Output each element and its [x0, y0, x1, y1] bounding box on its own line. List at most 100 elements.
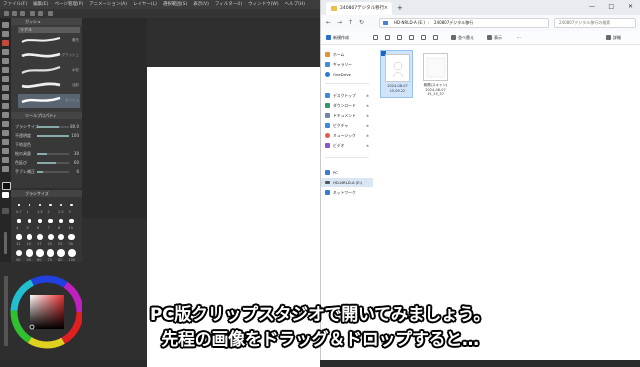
opacity-slider[interactable]	[4, 232, 7, 254]
brush-size-dot[interactable]	[57, 233, 65, 241]
brush-size-dot[interactable]	[58, 218, 64, 224]
nav-drive[interactable]: HD-NRLD-A (E:)	[321, 178, 373, 187]
transparent-color-icon[interactable]	[2, 208, 9, 214]
back-arrow-icon[interactable]: ←	[326, 18, 331, 28]
nav-documents[interactable]: ドキュメント ✱	[325, 111, 371, 120]
nav-home[interactable]: ホーム	[325, 50, 371, 59]
prop-stabilization[interactable]: 手ブレ補正 6	[15, 169, 79, 175]
brush-size-dot[interactable]	[69, 218, 74, 224]
menu-layer[interactable]: レイヤー(L)	[133, 0, 157, 9]
explorer-tab[interactable]: 240807デジタル移行 ×	[326, 2, 392, 15]
prop-mix[interactable]: 下地混色	[15, 142, 79, 148]
prop-slider[interactable]	[37, 153, 69, 155]
menu-view[interactable]: 表示(V)	[193, 0, 209, 9]
brush-size-dot[interactable]	[26, 234, 33, 240]
details-button[interactable]: 詳細	[606, 31, 621, 44]
prop-paint-amount[interactable]: 絵の具量 30	[15, 151, 79, 157]
menu-window[interactable]: ウィンドウ(W)	[248, 0, 278, 9]
prop-brush-size[interactable]: ブラシサイズ 80.0	[15, 124, 79, 130]
maximize-icon[interactable]: □	[608, 0, 614, 14]
brush-size-dot[interactable]	[70, 203, 73, 207]
menu-page[interactable]: ページ管理(P)	[54, 0, 83, 9]
close-icon[interactable]: ✕	[628, 0, 633, 14]
prop-slider[interactable]	[37, 135, 69, 137]
nav-gallery[interactable]: ギャラリー	[325, 60, 371, 69]
brush-size-dot[interactable]	[17, 219, 21, 223]
breadcrumb-drive[interactable]: HD-NRLD-A (E:)	[394, 19, 425, 27]
brush-group-tab[interactable]: リアル	[18, 27, 80, 33]
move-tool-icon[interactable]	[2, 31, 9, 37]
new-button[interactable]: 新規作成	[326, 31, 349, 44]
cut-button[interactable]	[373, 31, 378, 44]
file-item-selected[interactable]: 2024-08-07 15.09.22	[380, 50, 413, 98]
paste-button[interactable]	[397, 31, 402, 44]
brush-size-dot[interactable]	[59, 203, 63, 207]
brush-size-dot[interactable]	[15, 249, 23, 257]
brush-size-dot[interactable]	[16, 234, 22, 240]
balloon-tool-icon[interactable]	[2, 121, 9, 127]
nav-music[interactable]: ミュージック ✱	[325, 131, 371, 140]
fill-tool-icon[interactable]	[2, 67, 9, 73]
sub-color-swatch[interactable]	[2, 192, 9, 198]
eraser-tool-icon[interactable]	[2, 49, 9, 55]
address-bar[interactable]: HD-NRLD-A (E:) › 240807デジタル移行	[379, 18, 549, 28]
brush-item[interactable]: 油彩	[18, 79, 80, 93]
brush-size-dot[interactable]	[68, 233, 75, 241]
nav-desktop[interactable]: デスクトップ ✱	[325, 91, 371, 100]
nav-downloads[interactable]: ダウンロード ✱	[325, 101, 371, 110]
prop-slider[interactable]	[37, 162, 69, 164]
brush-size-dot[interactable]	[36, 249, 44, 257]
breadcrumb-folder[interactable]: 240807デジタル移行	[434, 19, 473, 27]
menu-help[interactable]: ヘルプ(H)	[285, 0, 305, 9]
menu-edit[interactable]: 編集(E)	[33, 0, 48, 9]
brush-size-dot[interactable]	[39, 204, 41, 206]
undo-icon[interactable]	[30, 11, 35, 16]
brush-tool-icon[interactable]	[2, 40, 9, 46]
prop-slider[interactable]	[37, 171, 69, 173]
brush-size-dot[interactable]	[49, 203, 52, 207]
brush-size-dot[interactable]	[18, 204, 20, 206]
share-button[interactable]	[421, 31, 426, 44]
correct-line-tool-icon[interactable]	[2, 130, 9, 136]
brush-size-dot[interactable]	[67, 249, 76, 257]
brush-size-dot[interactable]	[47, 234, 54, 240]
nav-pictures[interactable]: ピクチャ ✱	[325, 121, 371, 130]
brush-item[interactable]: 水彩	[18, 64, 80, 78]
nav-network[interactable]: ネットワーク	[325, 188, 371, 197]
menu-animation[interactable]: アニメーション(A)	[89, 0, 127, 9]
ruler-tool-icon[interactable]	[2, 103, 9, 109]
menu-file[interactable]: ファイル(F)	[3, 0, 27, 9]
search-box[interactable]: 240807デジタル移行の検索	[554, 18, 636, 28]
nav-onedrive[interactable]: OneDrive	[325, 70, 371, 79]
gradient-tool-icon[interactable]	[2, 76, 9, 82]
nav-videos[interactable]: ビデオ ✱	[325, 141, 371, 150]
new-tab-button[interactable]: +	[397, 2, 403, 14]
delete-button[interactable]	[433, 31, 438, 44]
minimize-icon[interactable]: —	[589, 0, 595, 14]
brush-size-dot[interactable]	[46, 249, 55, 257]
zoom-tool-icon[interactable]	[2, 22, 9, 28]
open-icon[interactable]	[12, 11, 17, 16]
select-tool-icon[interactable]	[2, 157, 9, 163]
new-file-icon[interactable]	[4, 11, 9, 16]
nav-pc[interactable]: PC	[325, 168, 371, 177]
view-button[interactable]: 表示	[487, 31, 502, 44]
rename-button[interactable]	[409, 31, 414, 44]
save-icon[interactable]	[20, 11, 25, 16]
text-tool-icon[interactable]	[2, 112, 9, 118]
brush-size-dot[interactable]	[28, 204, 31, 206]
blend-tool-icon[interactable]	[2, 58, 9, 64]
prop-slider[interactable]	[37, 126, 69, 128]
lasso-tool-icon[interactable]	[2, 166, 9, 172]
frame-tool-icon[interactable]	[2, 94, 9, 100]
sort-button[interactable]: 並べ替え	[451, 31, 474, 44]
redo-icon[interactable]	[38, 11, 43, 16]
operation-tool-icon[interactable]	[2, 139, 9, 145]
brush-size-dot[interactable]	[27, 219, 32, 223]
copy-button[interactable]	[385, 31, 390, 44]
figure-tool-icon[interactable]	[2, 85, 9, 91]
forward-arrow-icon[interactable]: →	[337, 18, 342, 28]
brush-size-dot[interactable]	[25, 249, 34, 257]
more-button[interactable]: ···	[517, 31, 521, 44]
brush-size-dot[interactable]	[57, 249, 65, 257]
